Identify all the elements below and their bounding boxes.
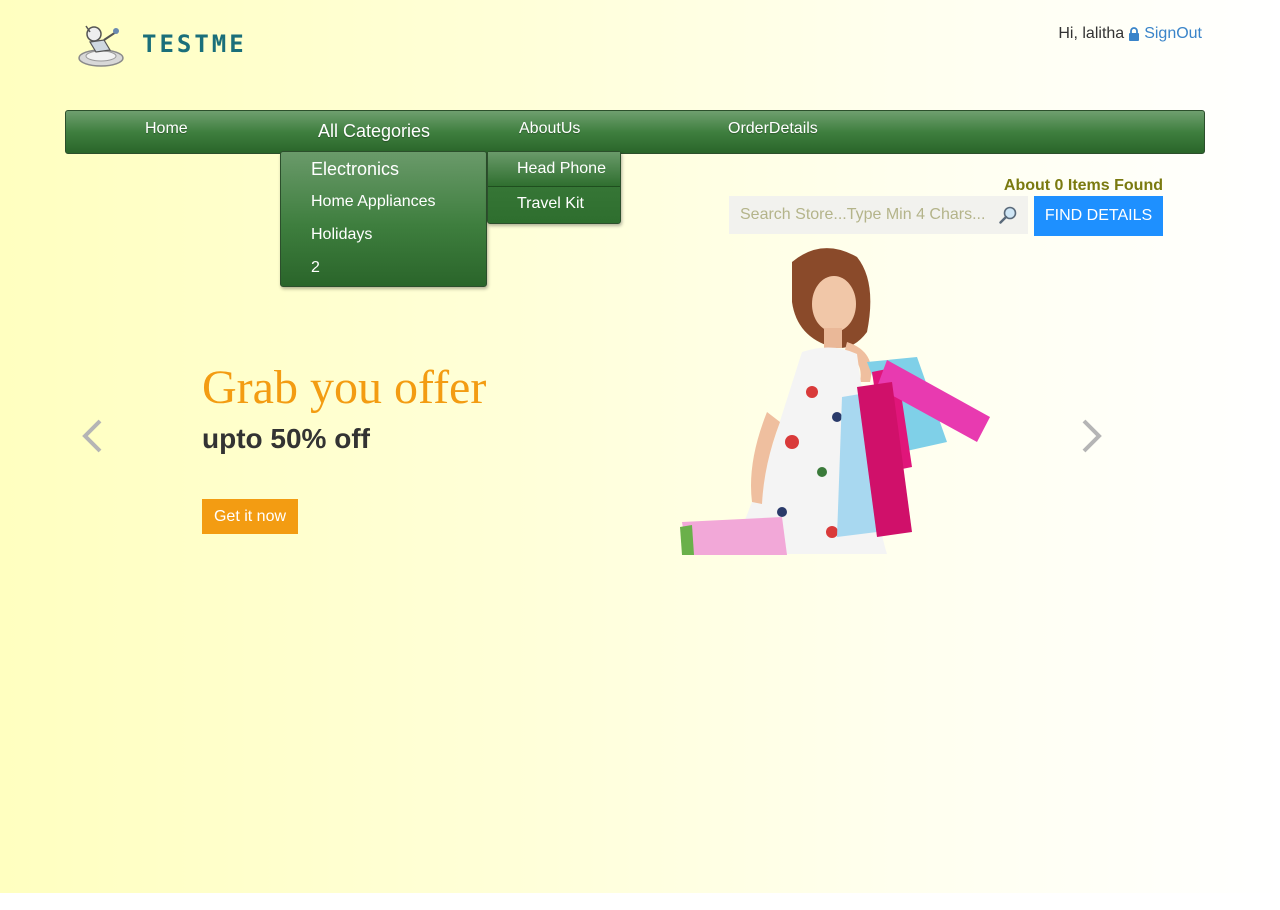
categories-dropdown: Electronics Home Appliances Holidays 2 [280, 151, 487, 287]
carousel-next-icon[interactable] [1078, 418, 1104, 454]
carousel-prev-icon[interactable] [80, 418, 106, 454]
search-icon[interactable] [999, 206, 1017, 224]
nav-item-aboutus[interactable]: AboutUs [519, 120, 580, 138]
get-it-now-button[interactable]: Get it now [202, 499, 298, 534]
search-box [729, 196, 1028, 234]
dropdown-item-holidays[interactable]: Holidays [311, 226, 372, 244]
main-nav: Home All Categories AboutUs OrderDetails [65, 110, 1205, 154]
logo-text: TESTME [142, 30, 247, 58]
dropdown-item-home-appliances[interactable]: Home Appliances [311, 193, 436, 211]
user-greeting: Hi, lalitha [1058, 25, 1125, 42]
submenu-item-head-phone[interactable]: Head Phone [488, 152, 620, 187]
dropdown-item-2[interactable]: 2 [311, 259, 320, 277]
items-found-count: About 0 Items Found [1003, 177, 1163, 194]
nav-item-home[interactable]: Home [145, 120, 188, 138]
lock-icon [1129, 27, 1140, 41]
search-input[interactable] [729, 196, 989, 234]
shopping-woman-image [680, 248, 990, 555]
nav-item-all-categories[interactable]: All Categories [318, 121, 430, 142]
submenu-item-travel-kit[interactable]: Travel Kit [488, 187, 620, 222]
electronics-submenu: Head Phone Travel Kit [487, 151, 621, 224]
user-area: Hi, lalitha SignOut [1058, 25, 1202, 43]
site-logo[interactable]: TESTME [76, 22, 276, 70]
nav-item-orderdetails[interactable]: OrderDetails [728, 120, 818, 138]
logo-mascot-icon [78, 25, 124, 67]
find-details-button[interactable]: FIND DETAILS [1034, 196, 1163, 236]
offer-subtitle: upto 50% off [202, 423, 370, 454]
dropdown-item-electronics[interactable]: Electronics [311, 159, 399, 180]
offer-title: Grab you offer [202, 361, 487, 414]
signout-link[interactable]: SignOut [1144, 25, 1202, 43]
